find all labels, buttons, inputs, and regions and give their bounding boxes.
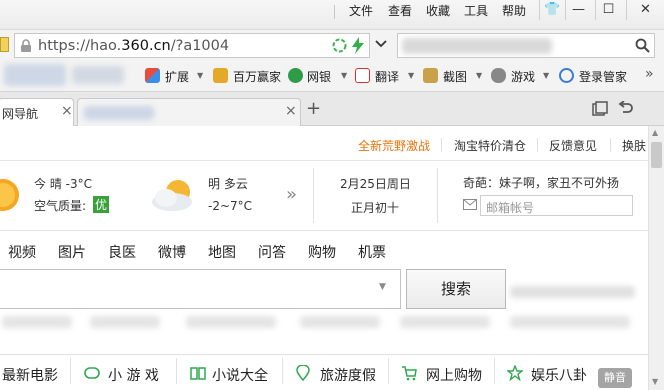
location-pin-icon <box>296 365 310 381</box>
search-tab-flights[interactable]: 机票 <box>358 242 386 262</box>
address-field[interactable]: https://hao.360.cn/?a1004 <box>14 33 370 58</box>
translate-icon <box>355 68 370 83</box>
toolbar-translate[interactable]: 翻译 <box>375 68 399 85</box>
undo-close-icon[interactable] <box>618 101 634 117</box>
toolbar-games[interactable]: 游戏 <box>511 68 535 85</box>
page-content: 全新荒野激战 淘宝特价清仓 反馈意见 换肤 今 晴 -3°C 空气质量: 优 明… <box>0 126 648 390</box>
toolbar: 扩展 ▼ 百万赢家 网银 ▼ 翻译 ▼ 截图 ▼ 游戏 ▼ 登录管家 » <box>0 60 664 92</box>
menu-favorites[interactable]: 收藏 <box>426 2 450 19</box>
search-tab-map[interactable]: 地图 <box>208 242 236 262</box>
screenshot-icon <box>423 68 438 83</box>
toolbar-ebank[interactable]: 网银 <box>307 68 331 85</box>
vertical-scrollbar[interactable]: ▲ ▼ <box>648 126 664 390</box>
menu-tools[interactable]: 工具 <box>464 2 488 19</box>
lock-icon <box>21 39 31 52</box>
weather-today: 今 晴 -3°C <box>34 177 92 191</box>
cart-icon <box>402 366 417 381</box>
search-tab-video[interactable]: 视频 <box>8 242 36 262</box>
tab-close-icon[interactable]: × <box>285 103 297 119</box>
mute-button[interactable]: 静音 <box>598 368 632 388</box>
close-icon[interactable]: ✕ <box>626 0 664 20</box>
toolbar-login-manager[interactable]: 登录管家 <box>579 68 627 85</box>
url-text: https://hao.360.cn/?a1004 <box>38 38 230 54</box>
cloudy-icon <box>152 180 192 211</box>
address-bar-row: https://hao.360.cn/?a1004 <box>0 30 664 60</box>
minimize-icon[interactable]: — <box>565 0 591 20</box>
tab-active-label: 网导航 <box>2 107 39 121</box>
chevron-down-icon[interactable]: ▼ <box>341 71 347 80</box>
daily-quote[interactable]: 奇葩：妹子啊，家丑不可外扬 <box>463 174 619 191</box>
login-key-icon <box>559 68 574 83</box>
search-tab-images[interactable]: 图片 <box>58 242 86 262</box>
menu-view[interactable]: 查看 <box>388 2 412 19</box>
chevron-down-icon[interactable]: ▼ <box>543 71 549 80</box>
book-icon <box>190 367 206 380</box>
security-shield-icon[interactable] <box>332 38 347 53</box>
weather-tomorrow: 明 多云 <box>208 177 248 191</box>
mail-account-input[interactable]: 邮箱帐号 <box>480 195 633 216</box>
gamepad-icon <box>491 68 506 83</box>
weather-more-icon[interactable]: » <box>286 184 297 205</box>
menu-bar: 文件 查看 收藏 工具 帮助 👕 — ☐ ✕ <box>0 0 664 30</box>
gamepad-icon <box>84 367 100 379</box>
weather-tomorrow-temp: -2~7°C <box>208 199 253 213</box>
sun-icon <box>0 179 19 211</box>
category-entertainment[interactable]: 娱乐八卦 <box>531 365 587 385</box>
search-input[interactable] <box>397 33 655 58</box>
taobao-link[interactable]: 淘宝特价清仓 <box>454 137 526 154</box>
menu-file[interactable]: 文件 <box>349 2 373 19</box>
air-quality-badge: 优 <box>93 196 110 213</box>
bank-icon <box>288 68 303 83</box>
category-shopping[interactable]: 网上购物 <box>426 365 482 385</box>
search-tab-doctor[interactable]: 良医 <box>108 242 136 262</box>
mail-icon <box>463 199 477 210</box>
search-button[interactable]: 搜索 <box>406 269 506 309</box>
new-tab-button[interactable]: + <box>306 98 321 119</box>
skin-icon[interactable]: 👕 <box>539 0 565 20</box>
category-novels[interactable]: 小说大全 <box>212 365 268 385</box>
air-quality-label: 空气质量: <box>34 199 87 213</box>
toolbar-screenshot[interactable]: 截图 <box>443 68 467 85</box>
toolbar-winner[interactable]: 百万赢家 <box>233 68 281 85</box>
maximize-icon[interactable]: ☐ <box>595 0 621 20</box>
extension-icon <box>145 68 160 83</box>
trophy-icon <box>213 68 228 83</box>
skin-link[interactable]: 换肤 <box>622 137 646 154</box>
speed-mode-icon[interactable] <box>351 37 365 54</box>
menu-help[interactable]: 帮助 <box>502 2 526 19</box>
scrollbar-thumb[interactable] <box>651 142 662 168</box>
chevron-down-icon[interactable]: ▼ <box>379 282 386 292</box>
date-gregorian: 2月25日周日 <box>340 177 411 191</box>
game-promo-link[interactable]: 全新荒野激战 <box>358 137 430 154</box>
search-tab-qa[interactable]: 问答 <box>258 242 286 262</box>
main-search-input[interactable]: ▼ <box>0 269 401 309</box>
toolbar-more-icon[interactable]: » <box>645 66 654 82</box>
date-lunar: 正月初十 <box>351 201 400 215</box>
tab-close-icon[interactable]: × <box>61 103 73 119</box>
search-icon[interactable] <box>635 38 650 53</box>
menu-separator <box>334 5 335 19</box>
chevron-down-icon[interactable]: ▼ <box>408 71 414 80</box>
category-travel[interactable]: 旅游度假 <box>320 365 376 385</box>
mail-placeholder: 邮箱帐号 <box>486 201 535 215</box>
address-dropdown-icon[interactable] <box>375 39 387 52</box>
chevron-down-icon[interactable]: ▼ <box>476 71 482 80</box>
star-icon <box>507 365 523 381</box>
search-tab-shopping[interactable]: 购物 <box>308 242 336 262</box>
category-mini-games[interactable]: 小 游 戏 <box>108 365 159 385</box>
scroll-up-icon[interactable]: ▲ <box>652 128 658 137</box>
toolbar-extensions[interactable]: 扩展 <box>165 68 189 85</box>
page-icon <box>0 37 9 52</box>
tab-active[interactable]: 网导航 × <box>0 98 74 126</box>
feedback-link[interactable]: 反馈意见 <box>549 137 597 154</box>
category-movies[interactable]: 最新电影 <box>2 365 58 385</box>
search-tab-weibo[interactable]: 微博 <box>158 242 186 262</box>
tab-inactive[interactable]: × <box>77 98 301 126</box>
scroll-down-icon[interactable]: ▼ <box>652 377 658 386</box>
tab-bar: 网导航 × × + <box>0 92 664 126</box>
tab-list-icon[interactable] <box>592 101 608 117</box>
chevron-down-icon[interactable]: ▼ <box>197 71 203 80</box>
